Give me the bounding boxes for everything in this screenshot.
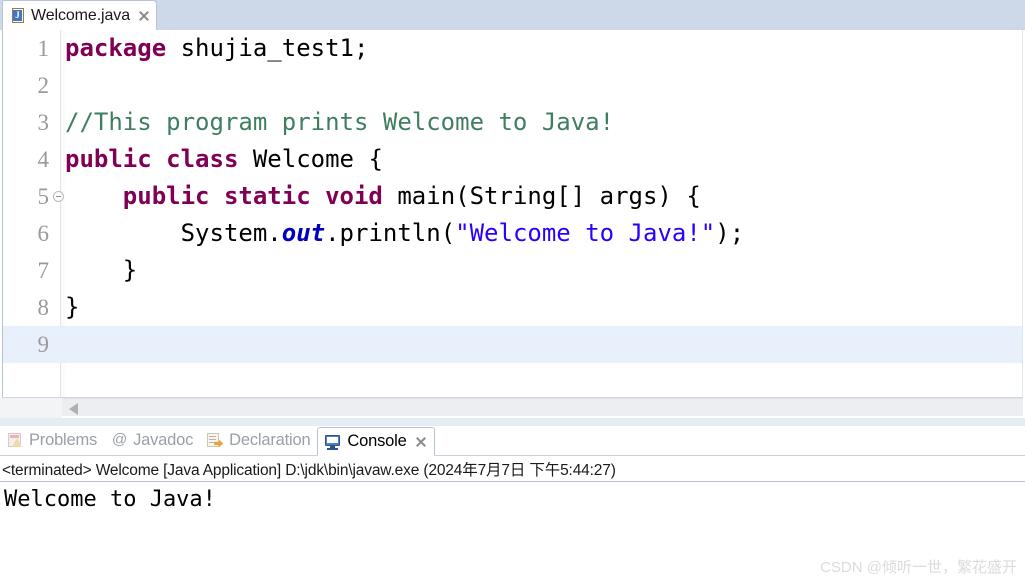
- tab-problems[interactable]: Problems: [0, 426, 104, 455]
- panel-sash-divider[interactable]: [0, 418, 1025, 426]
- line-number: 6: [37, 221, 50, 246]
- code-token: main(String[] args) {: [397, 182, 701, 210]
- code-text: }: [65, 252, 137, 289]
- code-line[interactable]: 1 package shujia_test1;: [3, 30, 1022, 67]
- watermark: CSDN @倾听一世，繁花盛开: [820, 559, 1017, 576]
- line-number: 9: [37, 332, 50, 357]
- code-text: public static void main(String[] args) {: [65, 178, 701, 215]
- code-token: Welcome {: [252, 145, 383, 173]
- code-line[interactable]: 2: [3, 67, 1022, 104]
- tab-label: Problems: [29, 431, 98, 449]
- close-icon[interactable]: [137, 9, 150, 22]
- line-number: 4: [37, 147, 50, 172]
- code-token: package: [65, 34, 181, 62]
- code-text: System.out.println("Welcome to Java!");: [65, 215, 745, 252]
- editor-tab-welcome-java[interactable]: J Welcome.java: [2, 0, 157, 30]
- console-status-line: <terminated> Welcome [Java Application] …: [0, 456, 1025, 482]
- line-number: 5: [37, 184, 50, 209]
- tab-javadoc[interactable]: @ Javadoc: [104, 426, 200, 455]
- code-lines: 1 package shujia_test1; 2 3 //This program p…: [3, 30, 1022, 363]
- code-line[interactable]: 5 public static void main(String[] args)…: [3, 178, 1022, 215]
- tab-label: Declaration: [229, 431, 311, 449]
- tab-console[interactable]: Console: [317, 427, 435, 456]
- java-file-icon: J: [11, 7, 26, 24]
- line-number: 2: [37, 73, 50, 98]
- editor-tab-label: Welcome.java: [31, 6, 130, 24]
- code-text: package shujia_test1;: [65, 30, 368, 67]
- code-token: public class: [65, 145, 253, 173]
- console-status-text: <terminated> Welcome [Java Application] …: [2, 461, 616, 479]
- code-token: "Welcome to Java!": [455, 219, 716, 247]
- code-line[interactable]: 6 System.out.println("Welcome to Java!")…: [3, 215, 1022, 252]
- problems-icon: [7, 432, 24, 449]
- javadoc-at-icon: @: [111, 430, 128, 448]
- tab-declaration[interactable]: Declaration: [200, 426, 317, 455]
- console-output-line: Welcome to Java!: [4, 487, 216, 512]
- code-line[interactable]: 8}: [3, 289, 1022, 326]
- code-line[interactable]: 4 public class Welcome {: [3, 141, 1022, 178]
- editor-horizontal-scrollbar[interactable]: [62, 398, 1023, 416]
- line-number: 8: [37, 295, 50, 320]
- line-number: 1: [37, 36, 50, 61]
- view-tab-bar: Problems @ Javadoc Declaration Console: [0, 426, 1025, 456]
- code-text: public class Welcome {: [65, 141, 383, 178]
- editor-tab-bar: J Welcome.java: [0, 0, 1025, 30]
- tab-label: Javadoc: [133, 431, 194, 449]
- code-line[interactable]: 9: [3, 326, 1022, 363]
- editor-code-area[interactable]: 1 package shujia_test1; 2 3 //This program p…: [2, 30, 1023, 398]
- code-line[interactable]: 7 }: [3, 252, 1022, 289]
- code-token: out: [281, 219, 326, 247]
- tab-label: Console: [347, 432, 407, 450]
- editor-corner-filler: [0, 398, 62, 418]
- code-token: public static void: [122, 182, 398, 210]
- console-monitor-icon: [325, 434, 342, 450]
- code-token: .println(: [325, 219, 456, 247]
- scroll-left-arrow-icon[interactable]: [69, 403, 78, 415]
- code-token: }: [65, 256, 138, 284]
- code-text: }: [65, 289, 79, 326]
- code-text: //This program prints Welcome to Java!: [65, 104, 614, 141]
- code-token: //This program prints Welcome to Java!: [65, 108, 615, 136]
- code-token: );: [715, 219, 745, 247]
- declaration-icon: [207, 432, 224, 449]
- code-line[interactable]: 3 //This program prints Welcome to Java!: [3, 104, 1022, 141]
- fold-collapse-icon[interactable]: [53, 191, 64, 202]
- editor-part: J Welcome.java 1 package shujia_test1; 2 3 /…: [0, 0, 1025, 418]
- line-number: 3: [37, 110, 50, 135]
- close-icon[interactable]: [414, 435, 427, 448]
- code-token: }: [65, 293, 80, 321]
- code-token: shujia_test1;: [180, 34, 369, 62]
- line-number: 7: [37, 258, 50, 283]
- code-token: System.: [65, 219, 282, 247]
